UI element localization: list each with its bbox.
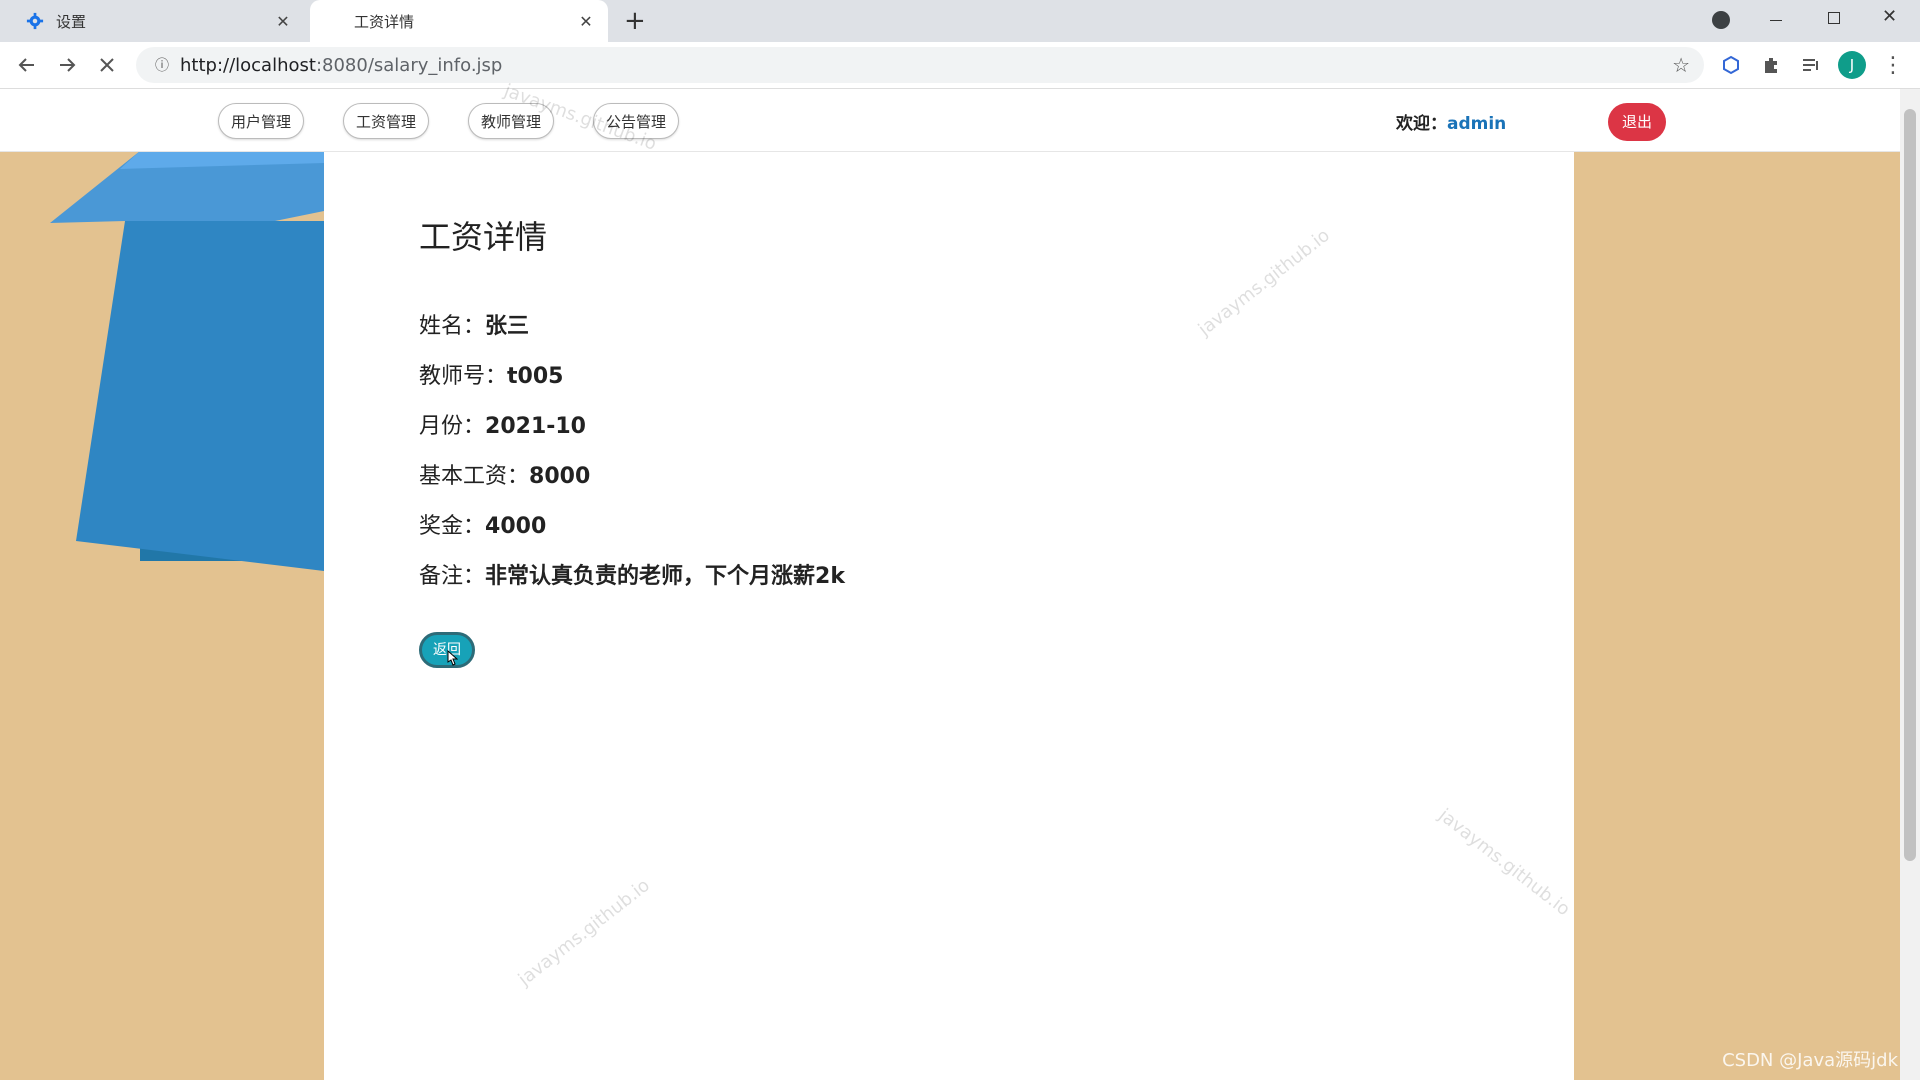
address-bar[interactable]: ⓘ http://localhost:8080/salary_info.jsp … [136, 47, 1704, 83]
decorative-box-illustration [50, 151, 324, 571]
field-label: 基本工资： [419, 464, 530, 489]
bookmark-star-icon[interactable]: ☆ [1672, 53, 1690, 77]
field-value: 张三 [485, 314, 530, 339]
nav-salary-management[interactable]: 工资管理 [343, 103, 430, 139]
back-arrow-icon[interactable] [12, 50, 42, 80]
field-name: 姓名：张三 [419, 308, 529, 340]
field-month: 月份：2021-10 [419, 408, 586, 440]
media-queue-icon[interactable] [1796, 50, 1826, 80]
extension-icon[interactable] [1716, 50, 1746, 80]
field-teacher-id: 教师号：t005 [419, 358, 563, 390]
footer-credit: CSDN @Java源码jdk [1722, 1050, 1898, 1071]
watermark: javayms.github.io [1194, 224, 1334, 341]
field-value: 非常认真负责的老师，下个月涨薪2k [485, 564, 845, 589]
welcome-label: 欢迎： [1396, 114, 1447, 134]
field-label: 姓名： [419, 314, 486, 339]
gear-icon [26, 12, 44, 30]
field-base-salary: 基本工资：8000 [419, 458, 590, 490]
field-value: 4000 [485, 514, 547, 539]
mouse-cursor-icon [447, 650, 458, 666]
field-label: 备注： [419, 564, 486, 589]
field-value: 2021-10 [485, 414, 586, 439]
restore-icon[interactable] [1828, 12, 1840, 24]
field-label: 奖金： [419, 514, 486, 539]
field-label: 教师号： [419, 364, 508, 389]
welcome-text: 欢迎：admin [1396, 109, 1506, 134]
username: admin [1447, 114, 1507, 134]
tab-salary-info[interactable]: 工资详情 ✕ [310, 0, 608, 42]
tab-title: 工资详情 [354, 12, 415, 31]
top-navigation-bar: 用户管理 工资管理 教师管理 公告管理 欢迎：admin 退出 [0, 89, 1900, 152]
url-path: :8080/salary_info.jsp [315, 54, 503, 76]
new-tab-icon[interactable]: + [624, 6, 646, 36]
site-info-icon[interactable]: ⓘ [144, 55, 180, 75]
stop-loading-icon[interactable] [92, 50, 122, 80]
field-value: t005 [507, 364, 564, 389]
tab-settings[interactable]: 设置 ✕ [10, 0, 305, 42]
profile-avatar[interactable]: J [1838, 51, 1866, 79]
tab-title: 设置 [56, 12, 87, 31]
minimize-icon[interactable] [1770, 20, 1782, 21]
field-value: 8000 [529, 464, 591, 489]
tab-search-icon[interactable] [1712, 11, 1730, 29]
vertical-scrollbar[interactable] [1900, 89, 1920, 1080]
menu-kebab-icon[interactable]: ⋮ [1878, 50, 1908, 80]
page-title: 工资详情 [419, 218, 548, 256]
watermark: javayms.github.io [1434, 804, 1574, 921]
close-tab-icon[interactable]: ✕ [271, 12, 295, 31]
scrollbar-thumb[interactable] [1904, 109, 1916, 861]
field-bonus: 奖金：4000 [419, 508, 546, 540]
browser-tab-strip: 设置 ✕ 工资详情 ✕ + ✕ [0, 0, 1920, 42]
salary-detail-panel: 工资详情 姓名：张三 教师号：t005 月份：2021-10 基本工资：8000… [324, 152, 1574, 1080]
browser-toolbar: ⓘ http://localhost:8080/salary_info.jsp … [0, 42, 1920, 89]
watermark: javayms.github.io [514, 874, 654, 991]
logout-button[interactable]: 退出 [1608, 103, 1666, 141]
close-tab-icon[interactable]: ✕ [574, 12, 598, 31]
web-page: 用户管理 工资管理 教师管理 公告管理 欢迎：admin 退出 工资详情 姓名：… [0, 80, 1900, 1080]
field-label: 月份： [419, 414, 486, 439]
field-remark: 备注：非常认真负责的老师，下个月涨薪2k [419, 558, 845, 590]
url-host: http://localhost [180, 54, 316, 76]
forward-arrow-icon[interactable] [52, 50, 82, 80]
window-close-icon[interactable]: ✕ [1882, 6, 1897, 27]
puzzle-extensions-icon[interactable] [1756, 50, 1786, 80]
nav-user-management[interactable]: 用户管理 [218, 103, 305, 139]
